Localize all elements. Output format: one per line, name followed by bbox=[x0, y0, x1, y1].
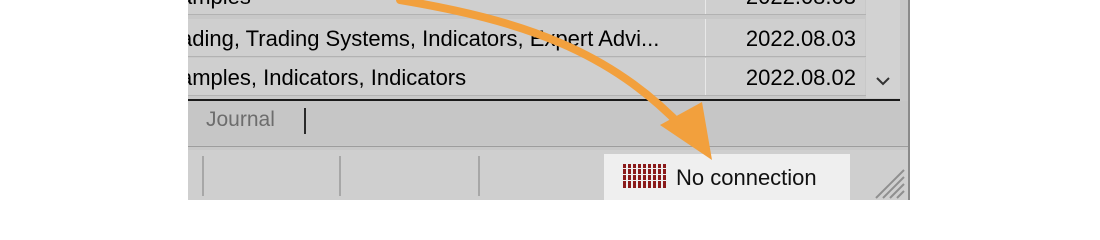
screenshot-stage: amples 2022.08.03 ading, Trading Systems… bbox=[0, 0, 1100, 200]
table-row[interactable]: ading, Trading Systems, Indicators, Expe… bbox=[188, 19, 866, 57]
table-cell-name: amples, Indicators, Indicators bbox=[188, 58, 706, 95]
market-table: amples 2022.08.03 ading, Trading Systems… bbox=[188, 0, 866, 98]
row-name-text: amples bbox=[188, 0, 251, 10]
row-date-text: 2022.08.03 bbox=[746, 0, 856, 10]
table-cell-date: 2022.08.03 bbox=[706, 19, 865, 56]
row-name-text: amples, Indicators, Indicators bbox=[188, 65, 467, 90]
chevron-down-icon[interactable] bbox=[872, 70, 894, 92]
tab-strip-divider bbox=[188, 146, 910, 147]
connection-bars-icon bbox=[622, 162, 668, 190]
status-divider bbox=[339, 156, 341, 196]
table-cell-name: ading, Trading Systems, Indicators, Expe… bbox=[188, 19, 706, 56]
status-divider bbox=[202, 156, 204, 196]
tab-journal[interactable]: Journal bbox=[206, 108, 275, 132]
table-cell-date: 2022.08.02 bbox=[706, 58, 865, 95]
row-date-text: 2022.08.03 bbox=[745, 26, 856, 51]
terminal-window: amples 2022.08.03 ading, Trading Systems… bbox=[188, 0, 910, 200]
table-cell-name: amples bbox=[188, 0, 706, 14]
status-divider bbox=[478, 156, 480, 196]
table-cell-date: 2022.08.03 bbox=[706, 0, 865, 14]
table-row[interactable]: amples, Indicators, Indicators 2022.08.0… bbox=[188, 58, 866, 96]
tab-strip bbox=[188, 101, 908, 145]
resize-grip-icon[interactable] bbox=[870, 164, 906, 200]
window-border bbox=[908, 0, 910, 200]
row-name-text: ading, Trading Systems, Indicators, Expe… bbox=[188, 26, 660, 51]
row-date-text: 2022.08.02 bbox=[745, 65, 856, 90]
table-row[interactable]: amples 2022.08.03 bbox=[188, 0, 866, 15]
tab-divider bbox=[304, 108, 306, 134]
connection-status-text: No connection bbox=[676, 165, 817, 190]
